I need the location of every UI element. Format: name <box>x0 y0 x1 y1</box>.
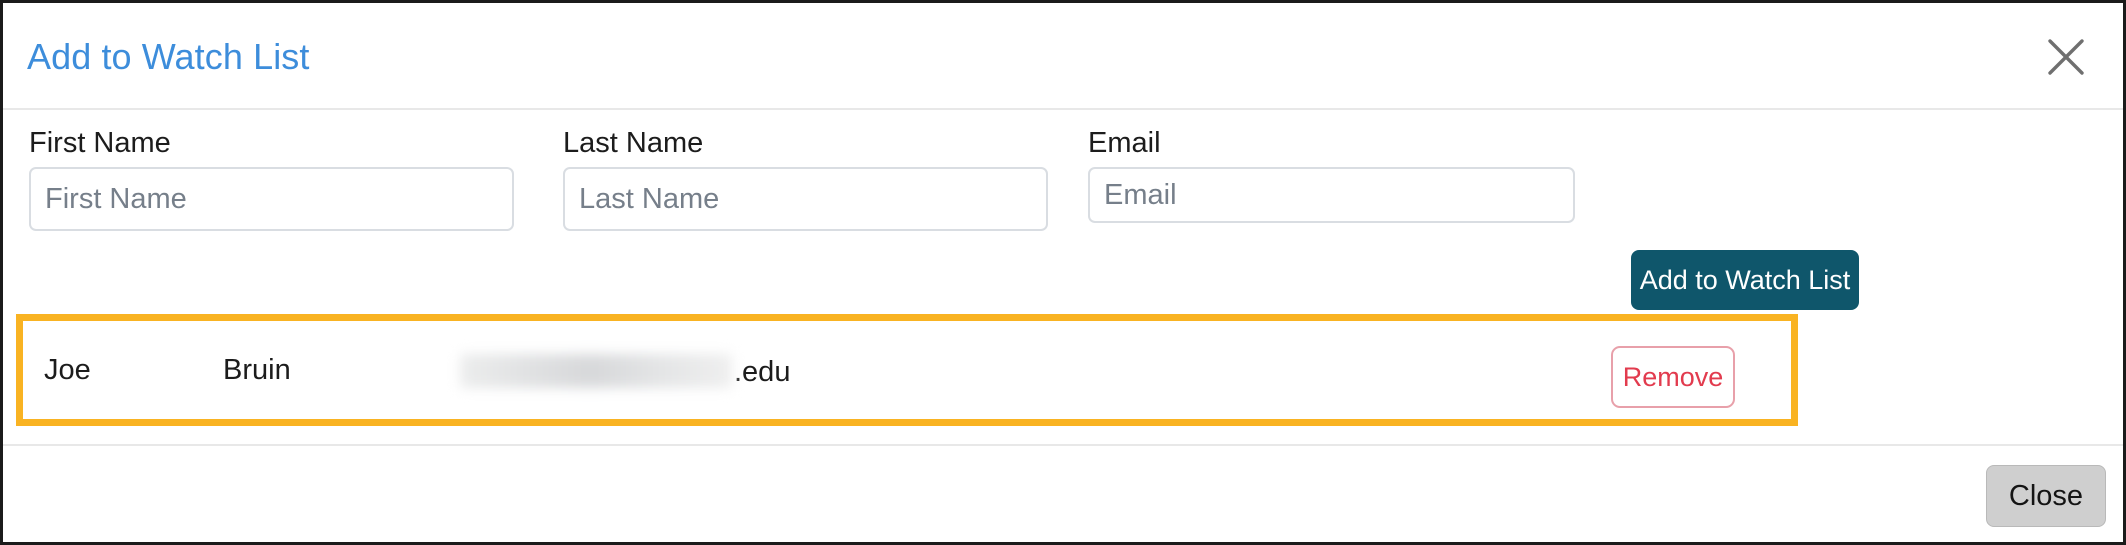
last-name-label: Last Name <box>563 127 704 159</box>
first-name-input[interactable] <box>29 167 514 231</box>
footer-divider <box>3 444 2123 446</box>
watch-list-form: First Name Last Name Email Add to Watch … <box>3 110 2123 384</box>
row-first-name: Joe <box>44 354 91 386</box>
email-input[interactable] <box>1088 167 1575 223</box>
last-name-field-group: Last Name <box>563 126 1048 231</box>
first-name-label: First Name <box>29 127 171 159</box>
email-field-group: Email <box>1088 126 1575 223</box>
remove-button[interactable]: Remove <box>1611 346 1735 408</box>
row-email: .edu <box>460 354 790 389</box>
dialog-title: Add to Watch List <box>27 36 310 77</box>
add-to-watch-list-dialog: Add to Watch List First Name Last Name E… <box>0 0 2126 545</box>
last-name-input[interactable] <box>563 167 1048 231</box>
add-to-watch-list-button[interactable]: Add to Watch List <box>1631 250 1859 310</box>
close-icon[interactable] <box>2045 36 2087 78</box>
dialog-header: Add to Watch List <box>3 3 2123 110</box>
row-last-name: Bruin <box>223 354 291 386</box>
email-label: Email <box>1088 127 1161 159</box>
row-email-suffix: .edu <box>734 356 791 388</box>
table-row: Joe Bruin .edu Remove <box>23 321 1791 419</box>
redacted-email-blur <box>460 354 732 388</box>
close-button[interactable]: Close <box>1986 465 2106 527</box>
watch-list-row-highlight: Joe Bruin .edu Remove <box>16 314 1798 426</box>
first-name-field-group: First Name <box>29 126 514 231</box>
